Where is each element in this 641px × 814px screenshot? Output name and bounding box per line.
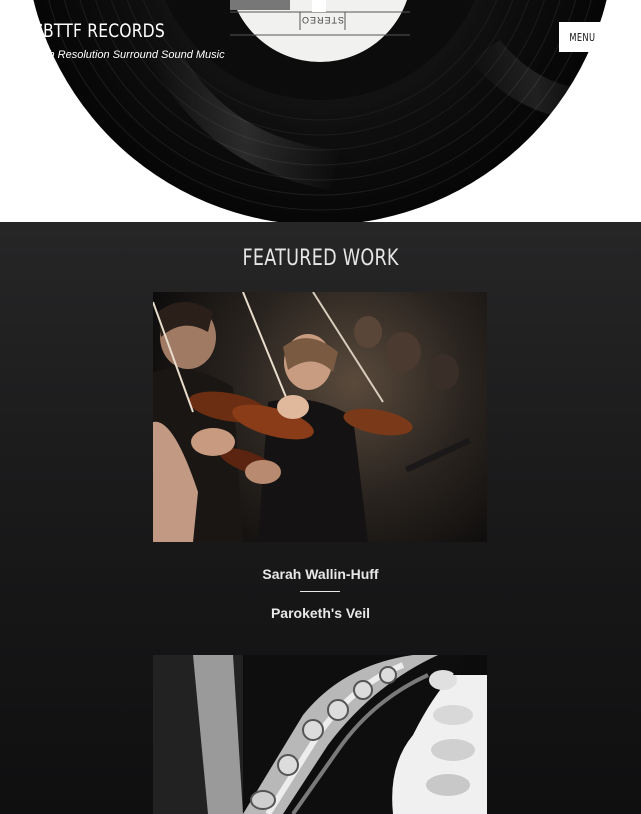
- menu-label: MENU: [569, 30, 596, 44]
- menu-button[interactable]: MENU: [559, 22, 606, 52]
- violin-orchestra-photo: [153, 292, 487, 542]
- site-title[interactable]: CBTTF RECORDS: [32, 20, 190, 42]
- featured-image-violins[interactable]: [153, 292, 487, 542]
- page: STEREO CBTTF RECORDS High Resolution Sur…: [0, 0, 641, 814]
- site-tagline: High Resolution Surround Sound Music: [32, 49, 225, 61]
- brand: CBTTF RECORDS High Resolution Surround S…: [32, 20, 225, 61]
- section-heading: FEATURED WORK: [0, 246, 641, 271]
- featured-divider: [300, 591, 340, 592]
- hero-header: STEREO CBTTF RECORDS High Resolution Sur…: [0, 0, 641, 222]
- featured-artist[interactable]: Sarah Wallin-Huff: [0, 566, 641, 582]
- record-label-text: STEREO: [301, 15, 345, 25]
- featured-image-saxophone[interactable]: [153, 655, 487, 814]
- featured-work-section: FEATURED WORK Sarah Wallin-Huff Paroketh…: [0, 222, 641, 814]
- saxophone-photo: [153, 655, 487, 814]
- section-heading-text: FEATURED WORK: [242, 246, 399, 271]
- featured-work-title[interactable]: Paroketh's Veil: [0, 605, 641, 621]
